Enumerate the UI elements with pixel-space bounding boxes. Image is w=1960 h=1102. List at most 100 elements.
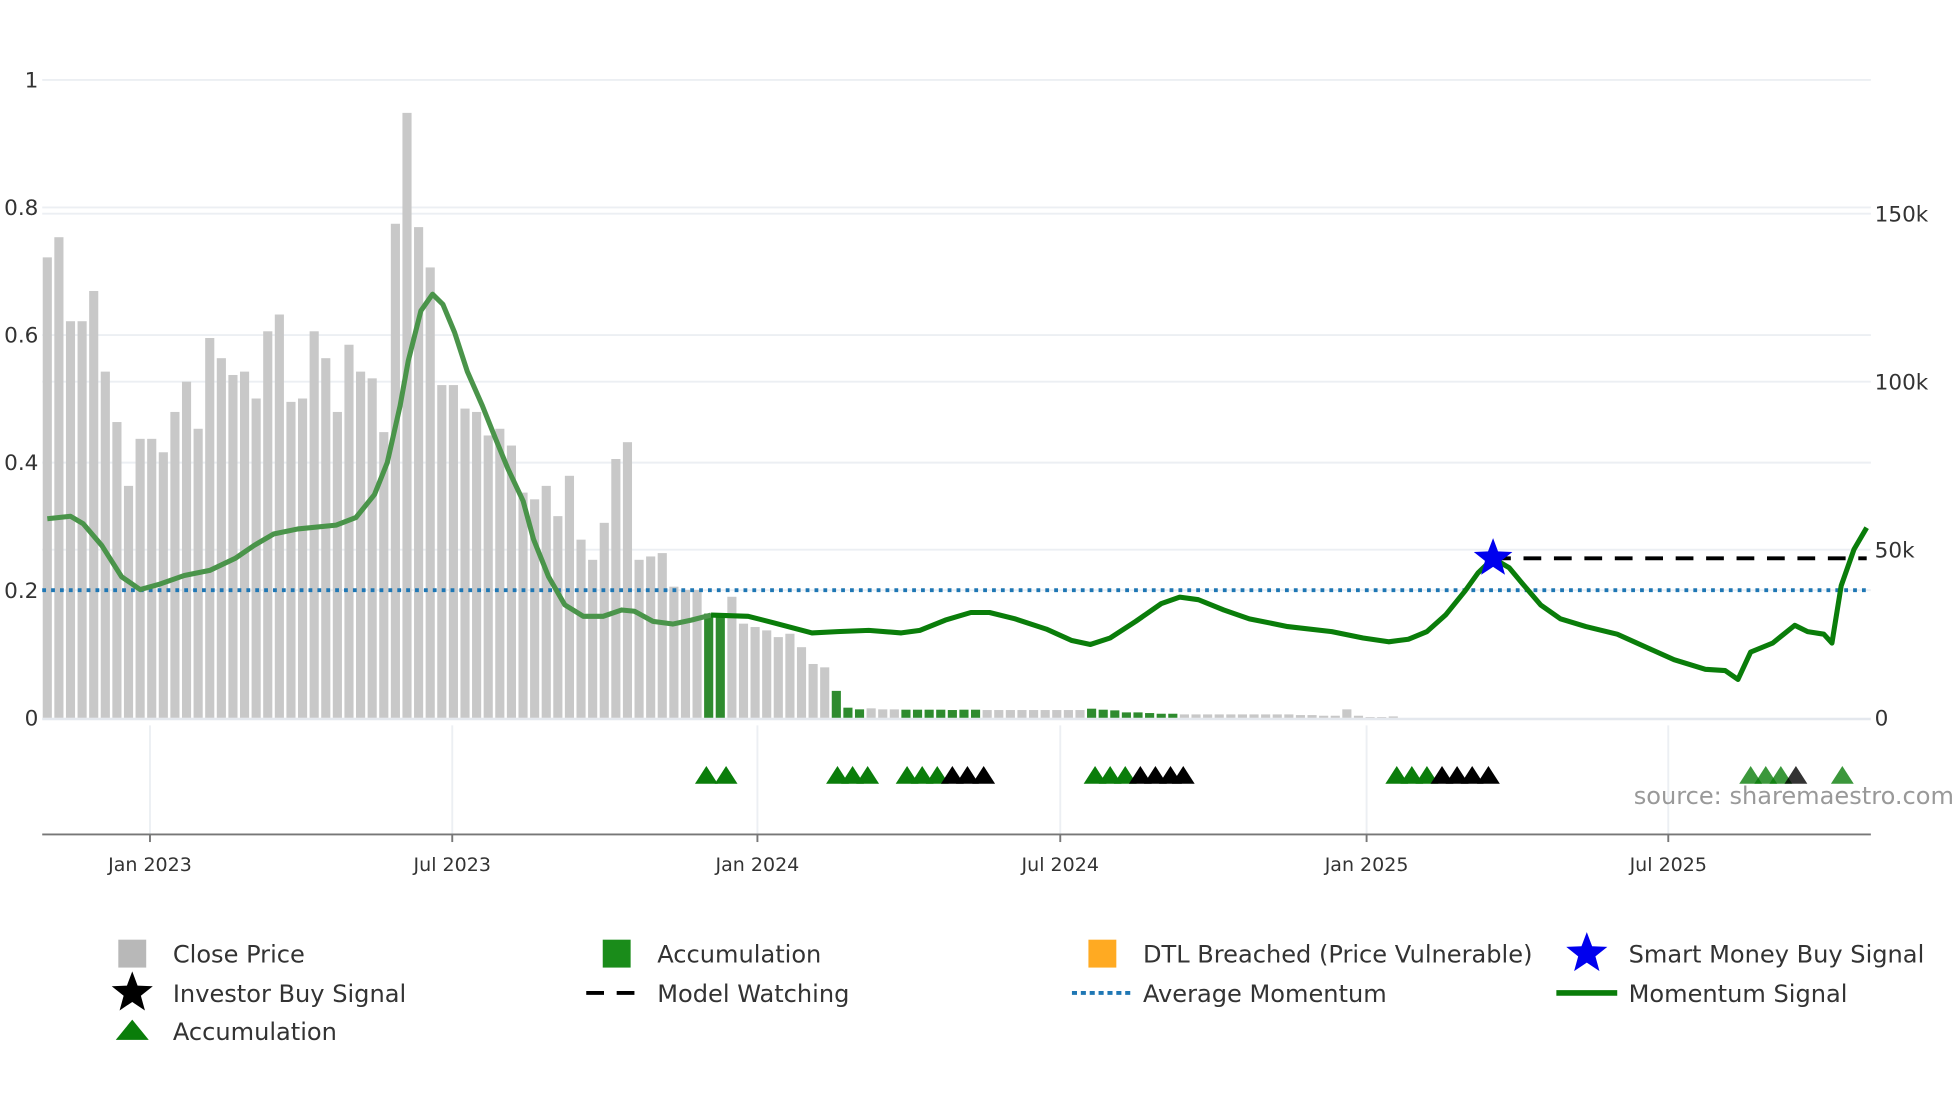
- close-price-bar: [622, 442, 633, 718]
- close-price-bar: [738, 623, 749, 718]
- close-price-bar: [785, 633, 795, 718]
- close-price-bar: [1075, 710, 1085, 718]
- accumulation-bar: [854, 709, 865, 718]
- close-price-bar: [448, 385, 458, 718]
- close-price-bar: [1319, 715, 1329, 718]
- legend-item: Average Momentum: [1071, 980, 1387, 1008]
- close-price-bar: [866, 708, 876, 718]
- close-price-bar: [994, 710, 1004, 718]
- accumulation-bar: [1156, 713, 1166, 718]
- legend-label: Average Momentum: [1143, 980, 1387, 1008]
- close-price-bar: [170, 411, 180, 718]
- close-price-bar: [390, 223, 400, 718]
- legend-label: Momentum Signal: [1629, 980, 1848, 1008]
- accumulation-bar: [843, 707, 853, 718]
- legend-label: Smart Money Buy Signal: [1629, 941, 1925, 969]
- close-price-bar: [820, 667, 830, 718]
- close-price-bar: [402, 112, 412, 718]
- accumulation-signal-triangle: [714, 765, 738, 784]
- close-price-bar: [1330, 715, 1340, 718]
- legend-item: Smart Money Buy Signal: [1566, 932, 1925, 972]
- green-triangle-icon: [115, 1019, 149, 1040]
- legend: Close Price Accumulation DTL Breached (Pri…: [111, 932, 1925, 1046]
- legend-label: Accumulation: [657, 941, 821, 969]
- y-right-tick-label: 50k: [1875, 538, 1915, 563]
- orange-square-icon: [1088, 939, 1117, 968]
- close-price-bar: [750, 627, 760, 718]
- accumulation-bar: [1121, 712, 1131, 718]
- legend-label: DTL Breached (Price Vulnerable): [1143, 941, 1533, 969]
- green-square-icon: [602, 939, 631, 968]
- investor-signal-triangle: [1477, 765, 1500, 784]
- close-price-bar: [1365, 717, 1375, 718]
- close-price-bar: [564, 475, 575, 718]
- legend-label: Close Price: [173, 941, 305, 969]
- accumulation-bar: [936, 709, 946, 718]
- gray-square-icon: [118, 939, 147, 968]
- close-price-bar: [680, 590, 691, 718]
- y-right-tick-label: 100k: [1875, 370, 1929, 395]
- close-price-bar: [123, 485, 134, 718]
- y-left-tick-label: 0: [25, 706, 39, 731]
- close-price-bar: [1052, 710, 1062, 718]
- close-price-bar: [669, 586, 679, 718]
- close-price-bar: [251, 398, 261, 718]
- y-left-tick-label: 1: [25, 69, 39, 94]
- close-price-bar: [773, 637, 783, 718]
- legend-item: Model Watching: [586, 980, 849, 1008]
- close-price-bar: [205, 338, 215, 718]
- close-price-bar: [425, 267, 435, 718]
- close-price-bar: [239, 371, 250, 718]
- accumulation-bar: [704, 613, 714, 718]
- close-price-bar: [42, 257, 52, 718]
- close-price-bar: [460, 408, 470, 718]
- x-tick-label: Jul 2025: [1629, 854, 1707, 876]
- close-price-bar: [1377, 717, 1387, 718]
- accumulation-bar: [1110, 710, 1120, 718]
- close-price-bar: [286, 401, 296, 718]
- x-tick-label: Jan 2023: [107, 854, 192, 876]
- close-price-bar: [181, 381, 192, 718]
- legend-item: Investor Buy Signal: [111, 971, 406, 1011]
- close-price-bar: [553, 516, 563, 718]
- accumulation-bar: [970, 709, 981, 718]
- close-price-bar: [1226, 714, 1236, 718]
- close-price-bar: [588, 559, 598, 718]
- close-price-bar: [216, 358, 226, 718]
- accumulation-bar: [959, 709, 969, 718]
- legend-label: Investor Buy Signal: [173, 980, 406, 1008]
- y-right-tick-label: 0: [1875, 706, 1889, 731]
- black-star-icon: [111, 971, 153, 1011]
- close-price-bar: [1295, 715, 1306, 718]
- close-price-bar: [1179, 714, 1189, 718]
- close-price-bar: [1214, 714, 1224, 718]
- accumulation-bar: [1087, 708, 1097, 718]
- close-price-bar: [414, 227, 424, 718]
- close-price-bar: [878, 709, 888, 718]
- y-right-tick-label: 150k: [1875, 202, 1929, 227]
- close-price-bars: [42, 112, 1398, 718]
- close-price-bar: [1063, 710, 1073, 718]
- close-price-bar: [576, 539, 586, 718]
- blue-star-icon: [1566, 932, 1608, 972]
- close-price-bar: [518, 492, 528, 718]
- y-left-tick-label: 0.6: [4, 324, 38, 349]
- accumulation-bar: [715, 616, 725, 718]
- close-price-bar: [646, 556, 656, 718]
- source-label: source: sharemaestro.com: [1634, 782, 1954, 810]
- close-price-bar: [541, 485, 551, 718]
- close-price-bar: [657, 553, 667, 718]
- accumulation-bar: [912, 709, 923, 718]
- close-price-bar: [1272, 714, 1282, 718]
- close-price-bar: [321, 358, 331, 718]
- accumulation-bar: [947, 710, 957, 718]
- legend-item: DTL Breached (Price Vulnerable): [1088, 939, 1533, 969]
- close-price-bar: [982, 710, 992, 718]
- y-left-tick-label: 0.2: [4, 579, 38, 604]
- close-price-bar: [1342, 709, 1352, 718]
- x-tick-label: Jul 2023: [413, 854, 491, 876]
- close-price-bar: [367, 378, 377, 718]
- legend-item: Momentum Signal: [1556, 980, 1847, 1008]
- accumulation-signal-triangle: [856, 765, 880, 784]
- accumulation-bar: [924, 709, 934, 718]
